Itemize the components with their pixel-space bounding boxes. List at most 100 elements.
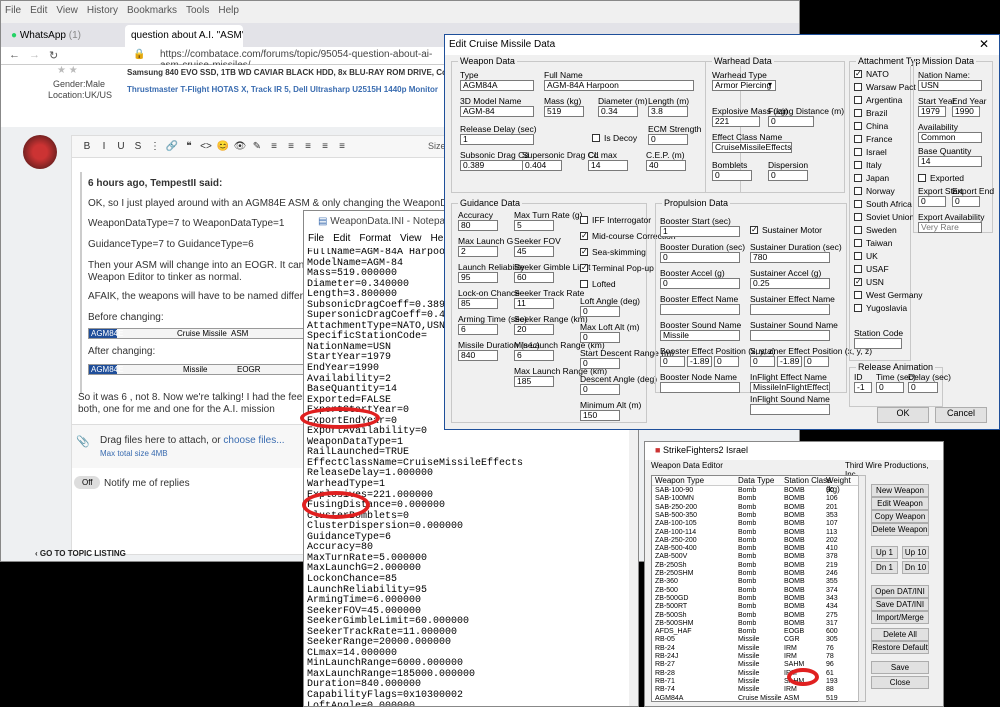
list-item[interactable]: ZB-250SHM Bomb BOMB 246	[652, 570, 852, 577]
inflight-sound-field[interactable]	[750, 404, 830, 415]
list-item[interactable]: ZB-250Sh Bomb BOMB 219	[652, 562, 852, 569]
list-item[interactable]: SAB-500-350 Bomb BOMB 353	[652, 512, 852, 519]
sustainer-effect-field[interactable]	[750, 304, 830, 315]
station-code-field[interactable]	[854, 338, 902, 349]
notepad-menu-edit[interactable]: Edit	[333, 233, 350, 244]
explosive-mass-field[interactable]: 221	[712, 116, 760, 127]
arming-time-field[interactable]: 6	[458, 324, 498, 335]
launch-reliability-field[interactable]: 95	[458, 272, 498, 283]
list-item[interactable]: SAB-100-90 Bomb BOMB 90	[652, 487, 852, 494]
attach-italy-checkbox[interactable]	[854, 161, 862, 169]
list-item[interactable]: ZB-500RT Bomb BOMB 434	[652, 603, 852, 610]
booster-effect-field[interactable]	[660, 304, 740, 315]
start-descent-field[interactable]: 0	[580, 358, 620, 369]
max-launch-g-field[interactable]: 2	[458, 246, 498, 257]
model-name-field[interactable]: AGM-84	[460, 106, 534, 117]
toolbar-icon-10[interactable]: ✎	[250, 140, 264, 154]
guidance-check-2-checkbox[interactable]: ✓	[580, 248, 588, 256]
max-loft-alt-field[interactable]: 0	[580, 332, 620, 343]
column-header[interactable]: Data Type	[738, 476, 774, 485]
menu-item-file[interactable]: File	[1, 1, 26, 16]
ecm-strength-field[interactable]: 0	[648, 134, 688, 145]
toolbar-icon-15[interactable]: ≡	[335, 140, 349, 154]
accuracy-field[interactable]: 80	[458, 220, 498, 231]
close-button[interactable]: Close	[871, 676, 929, 689]
delete-weapon-button[interactable]: Delete Weapon	[871, 523, 929, 536]
seeker-gimble-field[interactable]: 60	[514, 272, 554, 283]
minimum-alt-field[interactable]: 150	[580, 410, 620, 421]
toolbar-icon-4[interactable]: ⋮	[148, 140, 162, 154]
list-item[interactable]: ZB-500 Bomb BOMB 374	[652, 587, 852, 594]
edit-weapon-button[interactable]: Edit Weapon	[871, 497, 929, 510]
effect-class-field[interactable]: CruiseMissileEffects	[712, 142, 792, 153]
loft-angle-field[interactable]: 0	[580, 306, 620, 317]
list-item[interactable]: ZAB-250-200 Bomb BOMB 202	[652, 537, 852, 544]
attach-norway-checkbox[interactable]	[854, 187, 862, 195]
attach-brazil-checkbox[interactable]	[854, 109, 862, 117]
list-item[interactable]: RB-27 Missile SAHM 96	[652, 661, 852, 668]
list-item[interactable]: RB-24 Missile IRM 76	[652, 645, 852, 652]
attach-warsaw-pact-checkbox[interactable]	[854, 83, 862, 91]
toolbar-icon-6[interactable]: ❝	[182, 140, 196, 154]
bomblets-field[interactable]: 0	[712, 170, 752, 181]
tab-whatsapp[interactable]: ● WhatsApp (1)	[5, 25, 113, 47]
guidance-check-1-checkbox[interactable]: ✓	[580, 232, 588, 240]
list-item[interactable]: AGM84A Cruise Missile ASM 519	[652, 695, 852, 702]
notepad-menu-file[interactable]: File	[308, 233, 324, 244]
sustainer-pos-field[interactable]: 0	[804, 356, 829, 367]
sustainer-pos-field[interactable]: 0	[750, 356, 775, 367]
diameter-field[interactable]: 0.34	[598, 106, 638, 117]
fuzing-distance-field[interactable]: 0	[768, 116, 814, 127]
save-button[interactable]: Save	[871, 661, 929, 674]
guidance-check-4-checkbox[interactable]	[580, 280, 588, 288]
toolbar-icon-11[interactable]: ≡	[267, 140, 281, 154]
attach-uk-checkbox[interactable]	[854, 252, 862, 260]
lockon-chance-field[interactable]: 85	[458, 298, 498, 309]
toolbar-icon-14[interactable]: ≡	[318, 140, 332, 154]
length-field[interactable]: 3.8	[648, 106, 688, 117]
attach-nato-checkbox[interactable]: ✓	[854, 70, 862, 78]
max-turn-rate-field[interactable]: 5	[514, 220, 554, 231]
import-merge-button[interactable]: Import/Merge	[871, 611, 929, 624]
export-end-field[interactable]: 0	[952, 196, 980, 207]
url-field[interactable]: https://combatace.com/forums/topic/95054…	[156, 48, 456, 71]
attach-usaf-checkbox[interactable]	[854, 265, 862, 273]
list-item[interactable]: ZAB-500-400 Bomb BOMB 410	[652, 545, 852, 552]
up-10-button[interactable]: Up 10	[902, 546, 929, 559]
close-icon[interactable]: ✕	[969, 35, 999, 55]
save-dat-ini-button[interactable]: Save DAT/INI	[871, 598, 929, 611]
attach-china-checkbox[interactable]	[854, 122, 862, 130]
dn-10-button[interactable]: Dn 10	[902, 561, 929, 574]
list-item[interactable]: RB-28 Missile IRM 61	[652, 670, 852, 677]
export-avail-select[interactable]: Very Rare	[918, 222, 982, 233]
tab-combatace[interactable]: question about A.I. "ASM" cruis	[125, 25, 243, 47]
up-1-button[interactable]: Up 1	[871, 546, 898, 559]
choose-files-link[interactable]: choose files...	[223, 435, 284, 446]
toolbar-icon-5[interactable]: 🔗	[165, 140, 179, 154]
column-header[interactable]: Weapon Type	[655, 476, 704, 485]
seeker-range-field[interactable]: 20	[514, 324, 554, 335]
booster-accel-field[interactable]: 0	[660, 278, 740, 289]
list-item[interactable]: ZB-500Sh Bomb BOMB 275	[652, 612, 852, 619]
cl-max-field[interactable]: 14	[588, 160, 628, 171]
sustainer-pos-field[interactable]: -1.89	[777, 356, 802, 367]
reload-icon[interactable]: ↻	[49, 49, 58, 62]
notepad-menu-view[interactable]: View	[400, 233, 422, 244]
seeker-fov-field[interactable]: 45	[514, 246, 554, 257]
open-dat-ini-button[interactable]: Open DAT/INI	[871, 585, 929, 598]
cep-field[interactable]: 40	[646, 160, 686, 171]
release-delay-field[interactable]: 1	[460, 134, 534, 145]
attach-south-africa-checkbox[interactable]	[854, 200, 862, 208]
sustainer-sound-field[interactable]	[750, 330, 830, 341]
list-item[interactable]: SAB-100MN Bomb BOMB 106	[652, 495, 852, 502]
release-delay-anim-field[interactable]: 0	[908, 382, 938, 393]
max-launch-range-field[interactable]: 185	[514, 376, 554, 387]
dn-1-button[interactable]: Dn 1	[871, 561, 898, 574]
min-launch-range-field[interactable]: 6	[514, 350, 554, 361]
mass-field[interactable]: 519	[544, 106, 584, 117]
forward-icon[interactable]: →	[29, 49, 40, 61]
booster-start-field[interactable]: 1	[660, 226, 740, 237]
missile-duration-field[interactable]: 840	[458, 350, 498, 361]
booster-pos-field[interactable]: 0	[714, 356, 739, 367]
notepad-menu-format[interactable]: Format	[359, 233, 391, 244]
